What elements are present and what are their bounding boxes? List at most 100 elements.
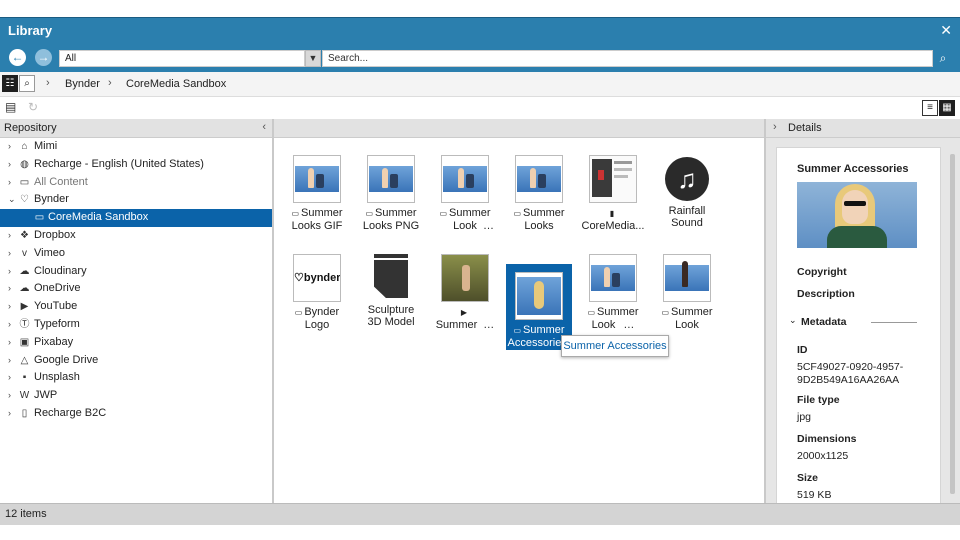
chevron-right-icon[interactable]: › [8, 369, 11, 387]
chevron-down-icon[interactable]: ▼ [305, 50, 321, 67]
tree-item-cloudinary[interactable]: › ☁ Cloudinary [0, 263, 272, 281]
item-summer-look-3[interactable]: ▭ Summer Look [654, 246, 720, 332]
tree-item-youtube[interactable]: › ▶ YouTube [0, 298, 272, 316]
tree-item-mimi[interactable]: › ⌂ Mimi [0, 138, 272, 156]
breadcrumb-bynder[interactable]: Bynder [65, 78, 100, 90]
tree-item-google-drive[interactable]: › △ Google Drive [0, 352, 272, 370]
item-summer-looks-png[interactable]: ▭ Summer Looks PNG [358, 147, 424, 233]
content-header [274, 119, 764, 138]
search-input[interactable] [322, 50, 933, 67]
tree-item-recharge-english[interactable]: › ◍ Recharge - English (United States) [0, 156, 272, 174]
chevron-right-icon[interactable]: › [8, 138, 11, 156]
document-thumbnail [589, 155, 637, 203]
chevron-right-icon[interactable]: › [8, 245, 11, 263]
item-summer-look-2[interactable]: ▭ Summer Look… [580, 246, 646, 332]
tree-item-vimeo[interactable]: › v Vimeo [0, 245, 272, 263]
item-title-2: CoreMedia... [581, 220, 645, 232]
tree-item-pixabay[interactable]: › ▣ Pixabay [0, 334, 272, 352]
collapse-left-icon[interactable]: ‹ [262, 121, 266, 133]
id-label: ID [797, 344, 808, 356]
chevron-right-icon[interactable]: › [8, 334, 11, 352]
item-coremedia-document[interactable]: ▮ CoreMedia... [580, 147, 646, 233]
chevron-right-icon[interactable]: › [8, 227, 11, 245]
dropbox-icon: ❖ [20, 229, 29, 241]
tree-item-jwp[interactable]: › W JWP [0, 387, 272, 405]
tree-item-label: CoreMedia Sandbox [48, 211, 149, 224]
chevron-right-icon[interactable]: › [8, 156, 11, 174]
tree-item-label: Mimi [34, 140, 58, 152]
chevron-right-icon[interactable]: › [8, 387, 11, 405]
chevron-down-icon[interactable]: ⌄ [789, 315, 797, 326]
chevron-right-icon[interactable]: › [8, 405, 11, 423]
home-icon: ⌂ [21, 141, 28, 152]
bynder-icon: ♡ [20, 194, 29, 206]
tree-item-label: JWP [34, 389, 58, 402]
item-sculpture-3d-model[interactable]: Sculpture 3D Model [358, 246, 424, 332]
tooltip: Summer Accessories [561, 335, 669, 357]
tree-item-recharge-b2c[interactable]: › ▯ Recharge B2C [0, 405, 272, 423]
folder-icon: ▭ [19, 176, 30, 188]
tree-item-coremedia-sandbox[interactable]: ▭ CoreMedia Sandbox [0, 209, 272, 227]
refresh-icon[interactable]: ↻ [28, 100, 38, 114]
item-rainfall-sound[interactable]: ♫ Rainfall Sound [654, 147, 720, 233]
tree-item-label: Bynder [34, 193, 69, 206]
library-window: Library ✕ ← → All ▼ ⌕ ☷ ⌕ › Bynder › Cor… [0, 17, 960, 525]
image-type-icon: ▭ [294, 308, 303, 317]
tree-item-all-content[interactable]: › ▭ All Content [0, 174, 272, 192]
tree-item-label: All Content [34, 175, 88, 188]
item-summer-look-1[interactable]: ▭ Summer Look… [432, 147, 498, 233]
id-value-2: 9D2B549A16AA26AA [797, 374, 900, 386]
chevron-right-icon[interactable]: › [8, 298, 11, 316]
image-thumbnail [441, 155, 489, 203]
tree-item-bynder[interactable]: ⌄ ♡ Bynder [0, 191, 272, 209]
forward-arrow-icon[interactable]: → [35, 49, 52, 66]
item-count: 12 items [5, 508, 47, 520]
cloud-icon: ☁ [19, 283, 30, 295]
pixabay-icon: ▣ [19, 336, 30, 348]
item-title: Summer [523, 324, 565, 336]
details-scrollbar[interactable] [950, 154, 955, 494]
globe-icon: ◍ [20, 158, 29, 170]
item-summer-looks-gif[interactable]: ▭ Summer Looks GIF [284, 147, 350, 233]
size-value: 519 KB [797, 489, 832, 501]
collapse-right-icon[interactable]: › [773, 121, 777, 133]
metadata-section-header[interactable]: Metadata [801, 316, 847, 328]
item-title-2: Logo [304, 319, 330, 331]
item-summer-video[interactable]: ▶ Summer… [432, 246, 498, 332]
tree-item-typeform[interactable]: › Ⓣ Typeform [0, 316, 272, 334]
tree-view-icon[interactable]: ☷ [2, 75, 18, 92]
divider [871, 322, 917, 323]
scope-select[interactable]: All [59, 50, 305, 67]
dimensions-value: 2000x1125 [797, 450, 849, 462]
tree-item-label: OneDrive [34, 282, 81, 295]
chevron-right-icon[interactable]: › [8, 352, 11, 370]
item-bynder-logo[interactable]: ♡bynder ▭ Bynder Logo [284, 246, 350, 332]
close-icon[interactable]: ✕ [940, 22, 952, 39]
item-summer-looks[interactable]: ▭ Summer Looks [506, 147, 572, 233]
tree-item-unsplash[interactable]: › ▪ Unsplash [0, 369, 272, 387]
item-title-2: Look… [580, 319, 646, 331]
tree-item-onedrive[interactable]: › ☁ OneDrive [0, 280, 272, 298]
tree-item-label: Dropbox [34, 228, 76, 241]
item-title-2: Look [675, 319, 699, 331]
back-arrow-icon[interactable]: ← [9, 49, 26, 66]
ellipsis-icon: … [483, 319, 495, 331]
new-content-icon[interactable]: ▤ [5, 100, 16, 114]
item-title-2: Look… [432, 220, 498, 232]
chevron-right-icon[interactable]: › [8, 263, 11, 281]
document-icon: ▯ [21, 407, 28, 419]
chevron-right-icon[interactable]: › [8, 316, 11, 334]
tree-item-label: YouTube [34, 300, 78, 313]
chevron-right-icon[interactable]: › [8, 280, 11, 298]
details-title: Details [788, 122, 822, 134]
grid-view-icon[interactable]: ▦ [939, 100, 955, 116]
tree-item-dropbox[interactable]: › ❖ Dropbox [0, 227, 272, 245]
chevron-down-icon[interactable]: ⌄ [8, 191, 16, 209]
search-mode-icon[interactable]: ⌕ [19, 75, 35, 92]
google-drive-icon: △ [20, 354, 29, 366]
list-view-icon[interactable]: ≡ [922, 100, 938, 116]
chevron-right-icon[interactable]: › [8, 174, 11, 192]
image-thumbnail [663, 254, 711, 302]
breadcrumb-sandbox[interactable]: CoreMedia Sandbox [126, 78, 226, 90]
search-icon[interactable]: ⌕ [935, 50, 951, 67]
